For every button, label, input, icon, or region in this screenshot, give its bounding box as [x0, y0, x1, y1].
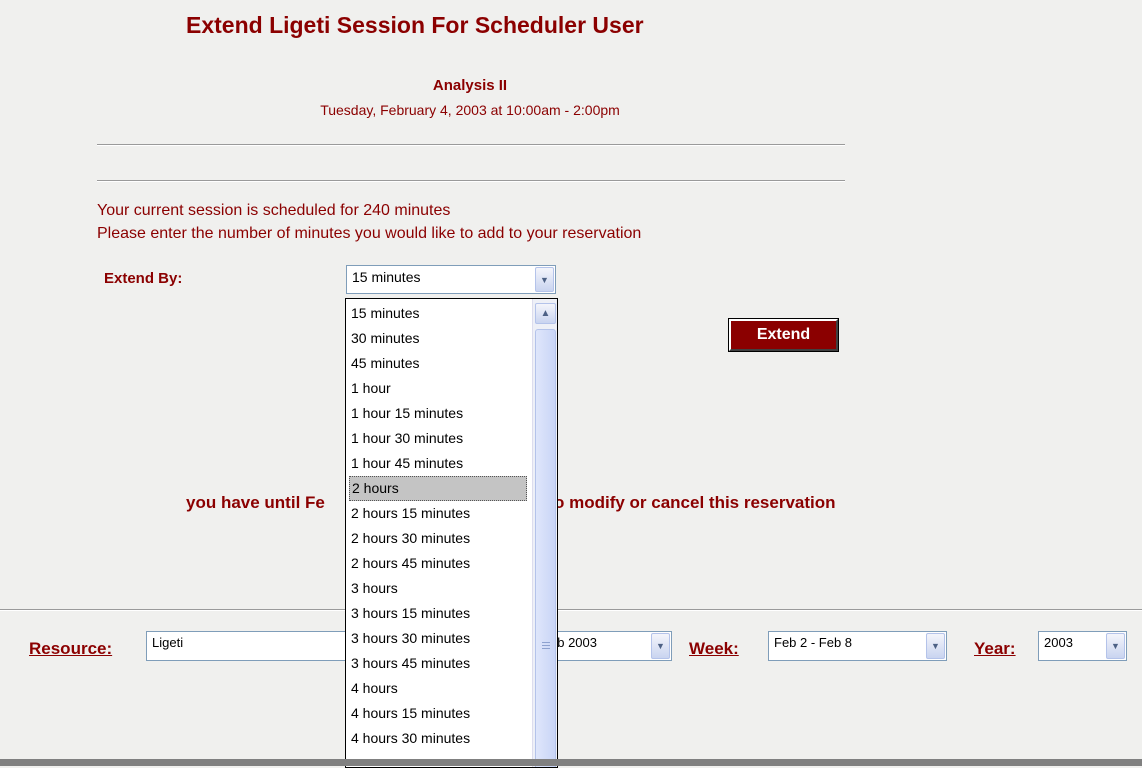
extend-by-selected-value: 15 minutes	[352, 269, 421, 285]
dropdown-option[interactable]: 1 hour 45 minutes	[349, 451, 527, 476]
chevron-down-icon[interactable]: ▼	[651, 633, 670, 659]
dropdown-option[interactable]: 1 hour 30 minutes	[349, 426, 527, 451]
dropdown-option[interactable]: 4 hours	[349, 676, 527, 701]
chevron-down-icon[interactable]: ▼	[926, 633, 945, 659]
session-name: Analysis II	[432, 77, 508, 94]
dropdown-option[interactable]: 3 hours 45 minutes	[349, 651, 527, 676]
dropdown-option[interactable]: 1 hour 15 minutes	[349, 401, 527, 426]
week-select[interactable]: Feb 2 - Feb 8 ▼	[768, 631, 947, 661]
dropdown-option[interactable]: 30 minutes	[349, 326, 527, 351]
deadline-text-start: you have until Fe	[186, 493, 325, 512]
divider	[0, 609, 1142, 611]
dropdown-option[interactable]: 2 hours 30 minutes	[349, 526, 527, 551]
current-session-message: Your current session is scheduled for 24…	[97, 202, 451, 219]
scrollbar-thumb[interactable]	[535, 329, 556, 767]
dropdown-option[interactable]: 3 hours	[349, 576, 527, 601]
resource-select[interactable]: Ligeti	[146, 631, 356, 661]
extend-by-label: Extend By:	[104, 270, 183, 287]
grip-icon	[542, 642, 550, 651]
page-title: Extend Ligeti Session For Scheduler User	[186, 12, 644, 38]
dropdown-option[interactable]: 15 minutes	[349, 301, 527, 326]
divider	[97, 180, 845, 182]
week-value: Feb 2 - Feb 8	[774, 635, 853, 650]
dropdown-option[interactable]: 1 hour	[349, 376, 527, 401]
dropdown-option[interactable]: 3 hours 30 minutes	[349, 626, 527, 651]
resource-link[interactable]: Resource:	[29, 639, 112, 659]
dropdown-scrollbar[interactable]: ▲	[532, 299, 557, 767]
dropdown-option[interactable]: 4 hours 30 minutes	[349, 726, 527, 751]
extend-prompt-message: Please enter the number of minutes you w…	[97, 225, 642, 242]
chevron-down-icon[interactable]: ▼	[535, 267, 554, 292]
window-bottom-edge	[0, 759, 1142, 766]
divider	[97, 144, 845, 146]
dropdown-option[interactable]: 2 hours 15 minutes	[349, 501, 527, 526]
week-link[interactable]: Week:	[689, 639, 739, 659]
year-link[interactable]: Year:	[974, 639, 1016, 659]
extend-button[interactable]: Extend	[728, 318, 839, 352]
extend-by-select[interactable]: 15 minutes ▼	[346, 265, 556, 294]
session-time: Tuesday, February 4, 2003 at 10:00am - 2…	[320, 102, 620, 118]
resource-value: Ligeti	[152, 635, 184, 650]
year-value: 2003	[1044, 635, 1073, 650]
chevron-up-icon[interactable]: ▲	[535, 303, 556, 324]
dropdown-option[interactable]: 45 minutes	[349, 351, 527, 376]
dropdown-option[interactable]: 4 hours 15 minutes	[349, 701, 527, 726]
year-select[interactable]: 2003 ▼	[1038, 631, 1127, 661]
extend-by-dropdown-list[interactable]: 15 minutes 30 minutes 45 minutes 1 hour …	[345, 298, 558, 768]
month-select[interactable]: eb 2003 ▼	[545, 631, 672, 661]
dropdown-option[interactable]: 2 hours 45 minutes	[349, 551, 527, 576]
chevron-down-icon[interactable]: ▼	[1106, 633, 1125, 659]
dropdown-option[interactable]: 3 hours 15 minutes	[349, 601, 527, 626]
dropdown-option-highlighted[interactable]: 2 hours	[349, 476, 527, 501]
